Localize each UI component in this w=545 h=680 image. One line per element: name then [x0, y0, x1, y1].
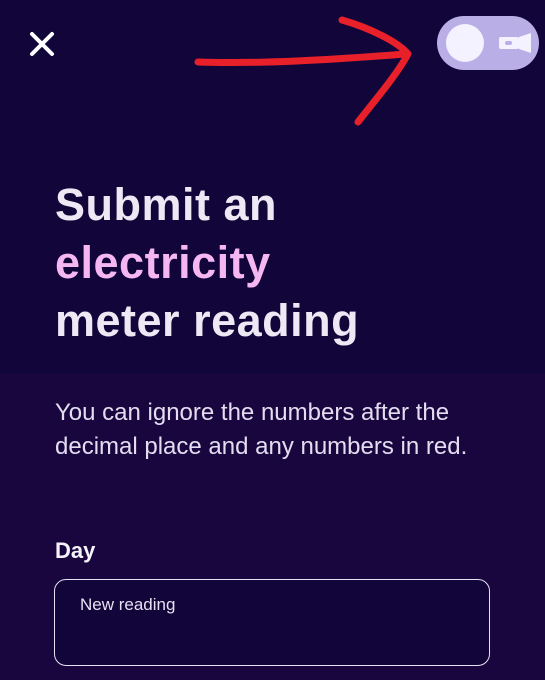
torch-toggle[interactable] [437, 16, 539, 70]
flashlight-icon [499, 33, 531, 53]
instructions-text: You can ignore the numbers after the dec… [55, 399, 468, 460]
title-accent: electricity [55, 237, 271, 288]
title-line-3: meter reading [55, 295, 360, 346]
toggle-knob [446, 24, 484, 62]
close-icon [30, 32, 54, 56]
day-label: Day [55, 538, 96, 563]
title-line-1: Submit an [55, 179, 278, 230]
page-title: Submit an electricity meter reading [55, 176, 515, 350]
close-button[interactable] [26, 28, 58, 60]
new-reading-input[interactable] [54, 579, 490, 666]
